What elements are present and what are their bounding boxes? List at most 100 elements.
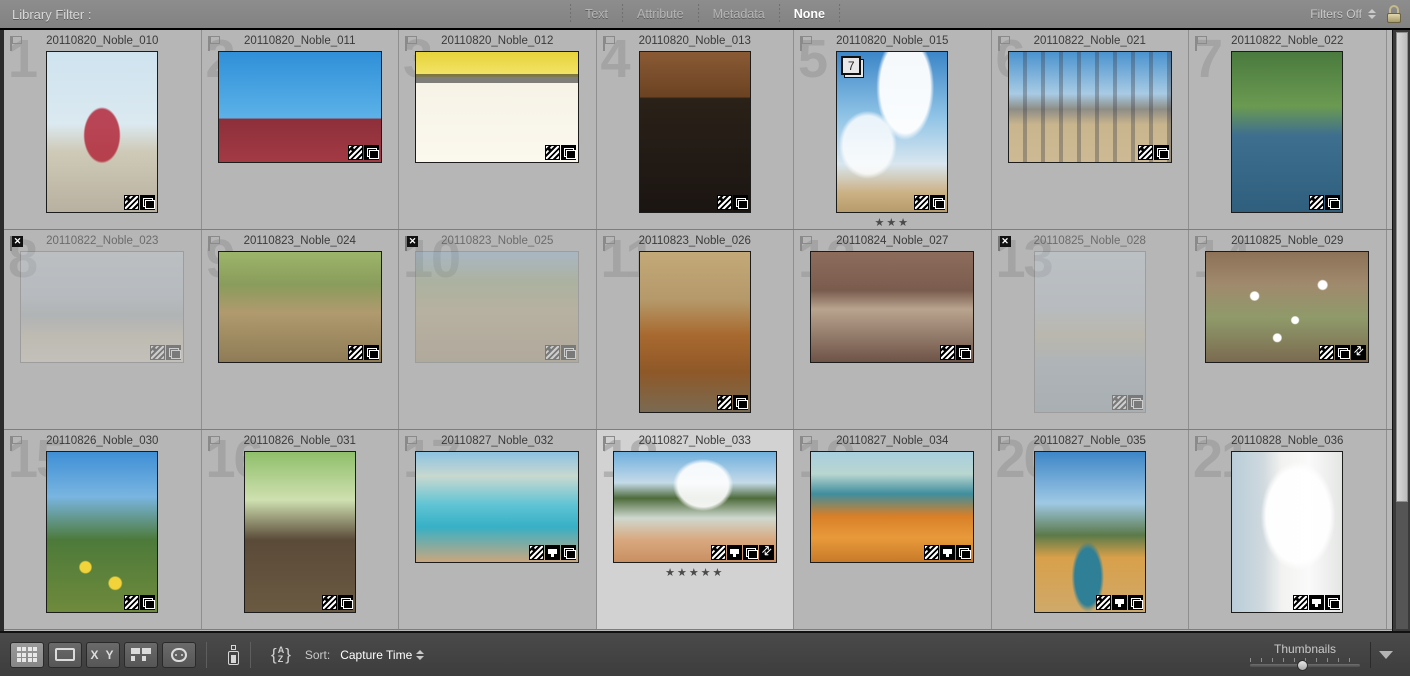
grid-cell[interactable]: 1820110827_Noble_033★★★★★ [597,430,795,629]
spray-can-icon[interactable] [227,645,240,665]
thumbnail-wrapper[interactable] [415,451,579,563]
grid-cell[interactable]: 1520110826_Noble_030 [4,430,202,629]
people-view-button[interactable] [162,642,196,668]
toolbar-collapse-button[interactable] [1370,642,1400,668]
stack-badge-icon[interactable] [140,195,155,210]
flag-icon[interactable] [1195,436,1208,451]
stack-badge-icon[interactable] [364,345,379,360]
grid-view-button[interactable] [10,642,44,668]
thumbnail-image[interactable] [20,251,184,363]
flag-icon[interactable] [405,36,418,51]
grid-cell[interactable]: 8✕20110822_Noble_023 [4,230,202,429]
sort-chevron-icon[interactable] [416,650,424,660]
stack-badge-icon[interactable] [733,195,748,210]
tag-badge-icon[interactable] [1293,595,1308,610]
stack-badge-icon[interactable] [561,345,576,360]
thumbnail-image[interactable] [46,451,158,613]
tag-badge-icon[interactable] [1112,395,1127,410]
develop-badge-icon[interactable] [1351,345,1366,360]
az-sort-icon[interactable]: { AZ } [271,645,291,665]
grid-cell[interactable]: 10✕20110823_Noble_025 [399,230,597,429]
grid-cell[interactable]: 520110820_Noble_0157★★★ [794,30,992,229]
thumbnail-wrapper[interactable] [415,51,579,163]
stack-badge-icon[interactable] [733,395,748,410]
stack-badge-icon[interactable] [1325,195,1340,210]
thumbnail-image[interactable] [46,51,158,213]
thumbnail-wrapper[interactable]: 7 [836,51,948,213]
star-rating[interactable]: ★★★ [874,216,910,229]
thumbnail-wrapper[interactable] [1034,251,1146,413]
tag-badge-icon[interactable] [924,545,939,560]
tag-badge-icon[interactable] [1319,345,1334,360]
stack-badge-icon[interactable] [1154,145,1169,160]
slider-knob[interactable] [1297,660,1308,671]
thumbnail-wrapper[interactable] [810,251,974,363]
lock-icon[interactable] [1386,5,1402,23]
thumbnail-image[interactable] [639,51,751,213]
thumbnail-image[interactable] [244,451,356,613]
flag-icon[interactable] [998,36,1011,51]
stack-count-badge[interactable]: 7 [841,56,861,75]
compare-view-button[interactable]: X Y [86,642,120,668]
filter-tab-text[interactable]: Text [571,0,622,29]
grid-cell[interactable]: 720110822_Noble_022 [1189,30,1387,229]
flag-icon[interactable] [405,436,418,451]
thumbnail-wrapper[interactable] [46,51,158,213]
grid-cell[interactable]: 620110822_Noble_021 [992,30,1190,229]
stack-badge-icon[interactable] [364,145,379,160]
thumbnail-image[interactable] [415,251,579,363]
thumbnail-image[interactable] [218,51,382,163]
tag-badge-icon[interactable] [545,145,560,160]
flag-icon[interactable] [208,36,221,51]
tag-badge-icon[interactable] [1309,195,1324,210]
tag-badge-icon[interactable] [1096,595,1111,610]
grid-cell[interactable]: 1220110824_Noble_027 [794,230,992,429]
thumbnail-image[interactable] [1008,51,1172,163]
grid-cell[interactable]: 1920110827_Noble_034 [794,430,992,629]
thumbnail-wrapper[interactable] [20,251,184,363]
stack-badge-icon[interactable] [1128,395,1143,410]
grid-cell[interactable]: 1120110823_Noble_026 [597,230,795,429]
stack-badge-icon[interactable] [338,595,353,610]
flag-icon[interactable] [800,436,813,451]
grid-cell[interactable]: 2020110827_Noble_035 [992,430,1190,629]
thumbnail-wrapper[interactable] [218,251,382,363]
thumbnail-wrapper[interactable] [46,451,158,613]
rejected-flag-icon[interactable]: ✕ [405,236,418,251]
tag-badge-icon[interactable] [348,345,363,360]
thumbnail-image[interactable] [810,251,974,363]
tag-badge-icon[interactable] [150,345,165,360]
thumbnail-grid[interactable]: 120110820_Noble_010220110820_Noble_01132… [0,30,1392,631]
filter-tab-none[interactable]: None [780,0,839,29]
flag-icon[interactable] [998,436,1011,451]
vertical-scrollbar[interactable] [1392,30,1410,631]
crop-badge-icon[interactable] [727,545,742,560]
flag-icon[interactable] [1195,36,1208,51]
tag-badge-icon[interactable] [717,195,732,210]
crop-badge-icon[interactable] [940,545,955,560]
stack-badge-icon[interactable] [561,545,576,560]
thumbnail-image[interactable] [1034,451,1146,613]
thumbnail-wrapper[interactable] [415,251,579,363]
thumbnail-wrapper[interactable] [244,451,356,613]
thumbnail-image[interactable] [810,451,974,563]
thumbnail-image[interactable] [613,451,777,563]
thumbnail-wrapper[interactable] [218,51,382,163]
grid-cell[interactable]: 13✕20110825_Noble_028 [992,230,1190,429]
thumbnail-image[interactable] [218,251,382,363]
tag-badge-icon[interactable] [529,545,544,560]
filter-tab-attribute[interactable]: Attribute [623,0,698,29]
tag-badge-icon[interactable] [711,545,726,560]
chevron-updown-icon[interactable] [1368,9,1376,19]
thumbnail-wrapper[interactable] [1231,451,1343,613]
flag-icon[interactable] [603,36,616,51]
tag-badge-icon[interactable] [545,345,560,360]
grid-cell[interactable]: 120110820_Noble_010 [4,30,202,229]
sort-value[interactable]: Capture Time [340,648,412,662]
flag-icon[interactable] [800,236,813,251]
thumbnail-wrapper[interactable] [639,51,751,213]
flag-icon[interactable] [208,236,221,251]
crop-badge-icon[interactable] [1309,595,1324,610]
thumbnail-wrapper[interactable] [1231,51,1343,213]
grid-cell[interactable]: 2120110828_Noble_036 [1189,430,1387,629]
